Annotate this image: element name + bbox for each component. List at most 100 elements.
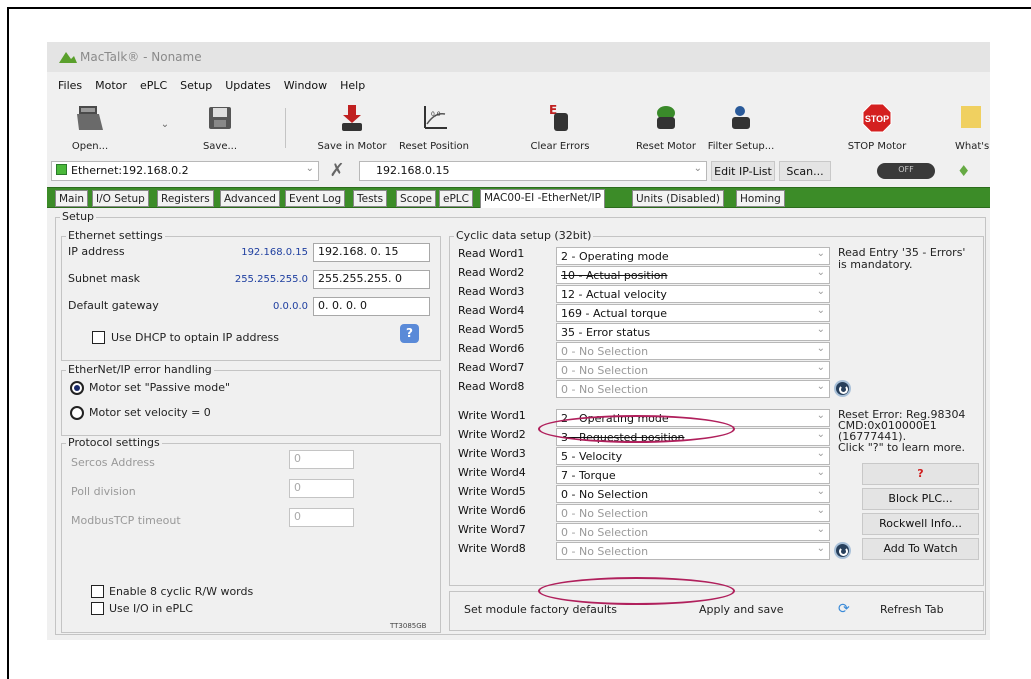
write-word-select[interactable]: 7 - Torque ⌄: [556, 466, 830, 484]
save-in-motor-button[interactable]: Save in Motor: [312, 102, 392, 152]
chevron-down-icon: ⌄: [816, 410, 825, 421]
tools-icon[interactable]: ✗: [325, 160, 349, 182]
chevron-down-icon: ⌄: [816, 467, 825, 478]
refresh-write-icon[interactable]: [834, 542, 851, 559]
read-word-select[interactable]: 0 - No Selection ⌄: [556, 342, 830, 360]
enable-8-words-checkbox[interactable]: [91, 585, 104, 598]
refresh-read-icon[interactable]: [834, 380, 851, 397]
menu-help[interactable]: Help: [340, 79, 365, 95]
whats-this-button[interactable]: What's: [943, 102, 990, 152]
write-word-label: Write Word1: [458, 409, 526, 422]
read-word-label: Read Word5: [458, 323, 525, 336]
read-word-select[interactable]: 12 - Actual velocity ⌄: [556, 285, 830, 303]
read-word-select[interactable]: 10 - Actual position ⌄: [556, 266, 830, 284]
tab-advanced[interactable]: Advanced: [220, 190, 280, 207]
menu-files[interactable]: Files: [58, 79, 82, 95]
tab-io-setup[interactable]: I/O Setup: [92, 190, 149, 207]
reset-position-button[interactable]: 0,0 Reset Position: [392, 102, 476, 152]
reset-motor-label: Reset Motor: [635, 141, 696, 152]
save-label: Save...: [202, 141, 238, 152]
passive-mode-label: Motor set "Passive mode": [89, 381, 231, 394]
interface-select[interactable]: Ethernet:192.168.0.2 ⌄: [51, 161, 319, 181]
scan-button[interactable]: Scan...: [779, 161, 831, 181]
protocol-settings-title: Protocol settings: [66, 436, 162, 449]
passive-mode-radio[interactable]: [70, 381, 84, 395]
menu-eplc[interactable]: ePLC: [140, 79, 167, 95]
apply-save-button[interactable]: Apply and save: [699, 603, 784, 616]
menu-motor[interactable]: Motor: [95, 79, 127, 95]
read-word-select[interactable]: 35 - Error status ⌄: [556, 323, 830, 341]
connect-icon[interactable]: ♦: [957, 162, 970, 180]
dhcp-checkbox[interactable]: [92, 331, 105, 344]
tab-units[interactable]: Units (Disabled): [632, 190, 724, 207]
connection-toggle[interactable]: OFF: [877, 163, 935, 179]
write-word-select[interactable]: 0 - No Selection ⌄: [556, 523, 830, 541]
tab-tests[interactable]: Tests: [353, 190, 388, 207]
velocity-zero-radio[interactable]: [70, 406, 84, 420]
stop-motor-button[interactable]: STOP STOP Motor: [847, 102, 907, 152]
reset-motor-button[interactable]: Reset Motor: [631, 102, 701, 152]
read-word-label: Read Word3: [458, 285, 525, 298]
tab-eplc[interactable]: ePLC: [439, 190, 473, 207]
ip-address-input[interactable]: 192.168. 0. 15: [313, 243, 430, 262]
tab-registers[interactable]: Registers: [157, 190, 214, 207]
chevron-down-icon: ⌄: [693, 163, 702, 174]
read-word-label: Read Word2: [458, 266, 525, 279]
write-word-select[interactable]: 5 - Velocity ⌄: [556, 447, 830, 465]
open-button[interactable]: Open...: [65, 102, 115, 152]
write-word-select[interactable]: 0 - No Selection ⌄: [556, 485, 830, 503]
menu-updates[interactable]: Updates: [225, 79, 271, 95]
poll-division-input[interactable]: 0: [289, 479, 354, 498]
sercos-address-input[interactable]: 0: [289, 450, 354, 469]
stop-sign-text: STOP: [865, 114, 889, 124]
ip-address-select[interactable]: 192.168.0.15 ⌄: [359, 161, 707, 181]
clear-errors-button[interactable]: E Clear Errors: [524, 102, 596, 152]
menu-setup[interactable]: Setup: [180, 79, 212, 95]
stop-sign-icon: STOP: [862, 103, 892, 133]
modbus-timeout-input[interactable]: 0: [289, 508, 354, 527]
chevron-down-icon: ⌄: [816, 362, 825, 373]
read-word-select[interactable]: 0 - No Selection ⌄: [556, 361, 830, 379]
help-button[interactable]: ?: [862, 463, 979, 485]
ip-address-label: IP address: [68, 245, 125, 258]
open-dropdown-icon[interactable]: ⌄: [159, 108, 171, 158]
velocity-zero-label: Motor set velocity = 0: [89, 406, 211, 419]
write-word-value: 5 - Velocity: [561, 450, 623, 463]
refresh-tab-button[interactable]: Refresh Tab: [880, 603, 944, 616]
protocol-settings-group: Protocol settings Sercos Address 0 Poll …: [61, 436, 441, 633]
add-to-watch-button[interactable]: Add To Watch: [862, 538, 979, 560]
save-button[interactable]: Save...: [195, 102, 245, 152]
use-io-eplc-checkbox[interactable]: [91, 602, 104, 615]
rockwell-info-button[interactable]: Rockwell Info...: [862, 513, 979, 535]
chevron-down-icon: ⌄: [816, 286, 825, 297]
write-word-label: Write Word2: [458, 428, 526, 441]
write-word-select[interactable]: 0 - No Selection ⌄: [556, 504, 830, 522]
tab-homing[interactable]: Homing: [736, 190, 785, 207]
tab-event-log[interactable]: Event Log: [285, 190, 346, 207]
chevron-down-icon: ⌄: [816, 305, 825, 316]
read-word-select[interactable]: 0 - No Selection ⌄: [556, 380, 830, 398]
edit-ip-list-button[interactable]: Edit IP-List: [711, 161, 775, 181]
help-icon[interactable]: ?: [400, 324, 419, 343]
chevron-down-icon: ⌄: [816, 505, 825, 516]
write-word-select[interactable]: 0 - No Selection ⌄: [556, 542, 830, 560]
factory-defaults-button[interactable]: Set module factory defaults: [464, 603, 617, 616]
read-word-select[interactable]: 169 - Actual torque ⌄: [556, 304, 830, 322]
default-gateway-label: Default gateway: [68, 299, 159, 312]
read-word-label: Read Word8: [458, 380, 525, 393]
chevron-down-icon: ⌄: [816, 543, 825, 554]
open-label: Open...: [71, 141, 109, 152]
ip-address-value: 192.168.0.15: [376, 164, 450, 177]
default-gateway-input[interactable]: 0. 0. 0. 0: [313, 297, 430, 316]
tab-mac00-ethernet-ip[interactable]: MAC00-EI -EtherNet/IP: [480, 189, 605, 208]
filter-setup-icon: [732, 106, 750, 129]
tab-main[interactable]: Main: [55, 190, 89, 207]
read-word-select[interactable]: 2 - Operating mode ⌄: [556, 247, 830, 265]
cyclic-data-group: Cyclic data setup (32bit) Read Word1 2 -…: [449, 229, 984, 586]
filter-setup-button[interactable]: Filter Setup...: [703, 102, 779, 152]
block-plc-button[interactable]: Block PLC...: [862, 488, 979, 510]
toggle-label: OFF: [898, 165, 914, 174]
menu-window[interactable]: Window: [284, 79, 327, 95]
tab-scope[interactable]: Scope: [396, 190, 436, 207]
subnet-mask-input[interactable]: 255.255.255. 0: [313, 270, 430, 289]
